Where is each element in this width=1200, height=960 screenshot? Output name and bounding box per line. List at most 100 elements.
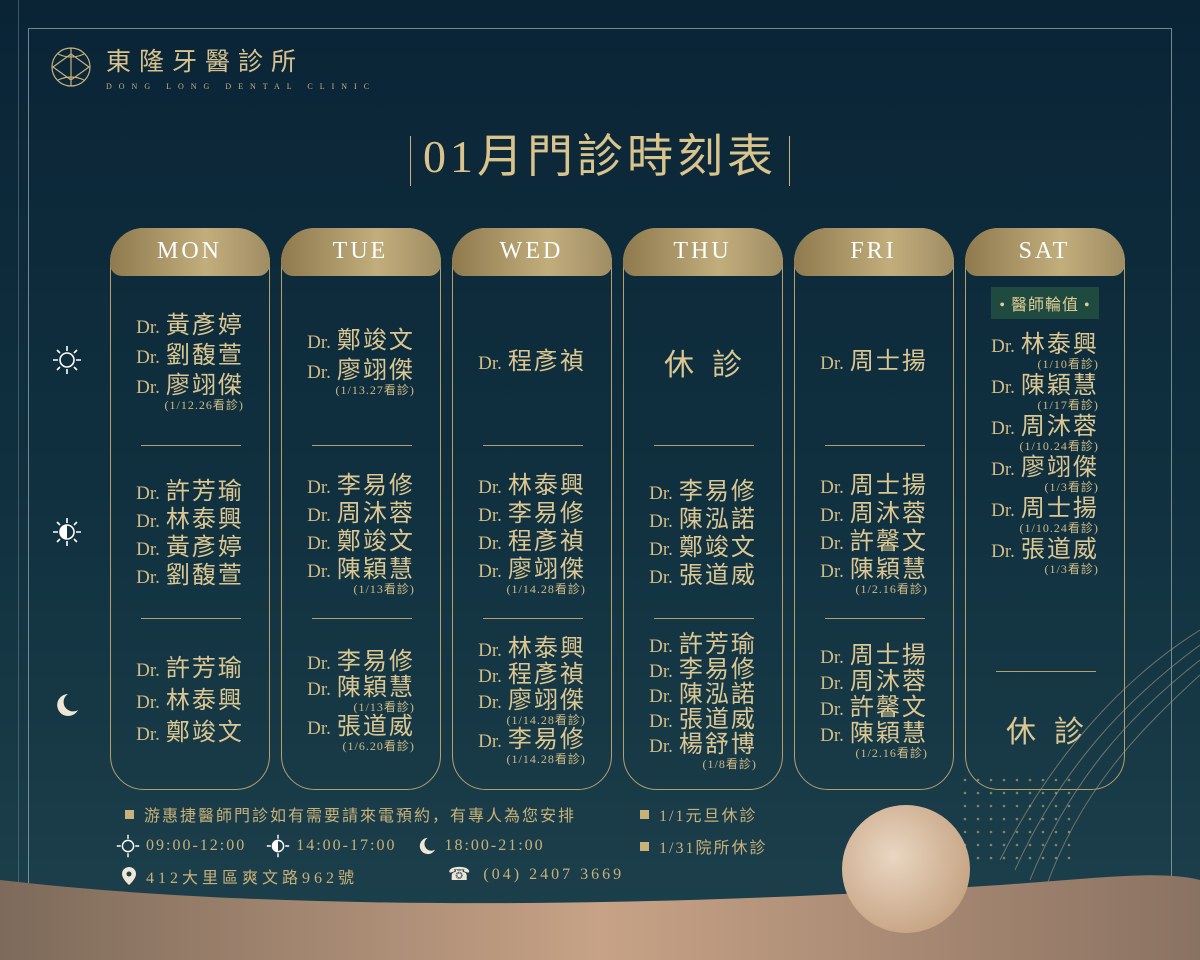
doctor-entry: Dr. 周士揚 <box>820 474 928 498</box>
doctor-entry: Dr. 程彥禎 <box>478 350 586 374</box>
doctor-entry: Dr. 許馨文 <box>820 696 928 720</box>
doctor-name: 周士揚 <box>849 349 928 375</box>
doctor-prefix: Dr. <box>649 567 673 588</box>
wood-circle-decoration <box>842 805 970 933</box>
logo-emblem-icon <box>51 46 91 87</box>
doctor-entry: Dr. 陳穎慧 (1/13看診) <box>307 676 415 713</box>
day-header: FRI <box>793 227 954 276</box>
visit-note: (1/14.28看診) <box>506 581 586 596</box>
day-column-wed: WED Dr. 程彥禎 Dr. 林泰興 Dr. 李易修 Dr. 程彥禎 Dr. 廖翊傑 (1/14.2… <box>451 227 612 790</box>
visit-note: (1/10看診) <box>1037 357 1099 371</box>
doctor-name: 陳穎慧 <box>336 675 415 701</box>
doctor-prefix: Dr. <box>307 653 331 674</box>
doctor-name: 廖翊傑 <box>336 357 415 384</box>
doctor-name: 許芳瑜 <box>165 656 244 682</box>
schedule-slot: Dr. 林泰興 Dr. 李易修 Dr. 程彥禎 Dr. 廖翊傑 (1/14.28看診) <box>453 451 611 617</box>
doctor-entry: Dr. 許馨文 <box>820 530 928 554</box>
doctor-name: 陳泓諾 <box>678 507 757 533</box>
decor-dot <box>1054 843 1058 847</box>
doctor-name: 李易修 <box>507 727 586 753</box>
doctor-prefix: Dr. <box>649 660 673 682</box>
day-column-tue: TUE Dr. 鄭竣文 Dr. 廖翊傑 (1/13.27看診) Dr. 李易修 Dr. 周沐蓉 Dr… <box>280 227 441 790</box>
decor-dot <box>989 856 993 860</box>
doctor-prefix: Dr. <box>307 504 331 526</box>
doctor-entry: Dr. 張道威 (1/6.20看診) <box>307 715 415 752</box>
holiday-text: 1/1元旦休診 <box>659 808 758 825</box>
day-column-thu: THU 休診 Dr. 李易修 Dr. 陳泓諾 Dr. 鄭竣文 Dr. 張道威 Dr. 許芳瑜 Dr. 李易… <box>622 227 783 790</box>
doctor-prefix: Dr. <box>136 376 160 398</box>
doctor-name: 黃彥婷 <box>165 312 244 339</box>
doctor-entry: Dr. 鄭竣文 <box>136 721 244 745</box>
holiday-1: 1/1元旦休診 <box>640 802 757 826</box>
doctor-prefix: Dr. <box>820 672 844 694</box>
doctor-entry: Dr. 鄭竣文 <box>307 530 415 554</box>
divider <box>654 618 754 619</box>
doctor-entry: Dr. 陳穎慧 (1/2.16看診) <box>820 558 928 595</box>
doctor-name: 周沐蓉 <box>849 668 928 695</box>
decor-dot <box>1028 830 1032 834</box>
doctor-entry: Dr. 廖翊傑 (1/14.28看診) <box>478 558 586 595</box>
afternoon-hours: 14:00-17:00 <box>296 837 397 854</box>
doctor-prefix: Dr. <box>136 539 160 560</box>
doctor-name: 林泰興 <box>507 472 586 499</box>
doctor-entry: Dr. 陳泓諾 <box>649 683 757 707</box>
decor-dot <box>989 791 993 795</box>
doctor-entry: Dr. 鄭竣文 <box>649 536 757 560</box>
doctor-name: 許馨文 <box>849 694 928 721</box>
doctor-entry: Dr. 李易修 <box>478 502 586 526</box>
holiday-2: 1/31院所休診 <box>640 834 767 858</box>
phone-text[interactable]: (04) 2407 3669 <box>483 866 624 884</box>
doctor-name: 程彥禎 <box>507 662 586 688</box>
divider <box>483 618 583 619</box>
doctor-entry: Dr. 劉馥萱 <box>136 564 244 588</box>
duty-rotation-badge: • 醫師輪值 • <box>991 287 1099 319</box>
visit-note: (1/2.16看診) <box>855 581 928 596</box>
doctor-name: 張道威 <box>678 563 757 589</box>
doctor-entry: Dr. 周沐蓉 (1/10.24看診) <box>991 415 1099 452</box>
divider <box>141 618 241 619</box>
visit-note: (1/13看診) <box>353 700 415 714</box>
doctor-entry: Dr. 陳穎慧 (1/13看診) <box>307 558 415 595</box>
doctor-entry: Dr. 黃彥婷 <box>136 314 244 338</box>
decor-dot <box>976 804 980 808</box>
visit-note: (1/13.27看診) <box>335 382 415 397</box>
doctor-entry: Dr. 許芳瑜 <box>649 633 757 657</box>
doctor-name: 鄭竣文 <box>336 528 415 555</box>
doctor-entry: Dr. 廖翊傑 (1/3看診) <box>991 456 1099 493</box>
schedule-slot: Dr. 許芳瑜 Dr. 林泰興 Dr. 鄭竣文 <box>111 621 269 781</box>
decor-dot <box>976 843 980 847</box>
decor-dot <box>1028 856 1032 860</box>
divider <box>312 618 412 619</box>
doctor-prefix: Dr. <box>307 560 331 582</box>
day-column-fri: FRI Dr. 周士揚 Dr. 周士揚 Dr. 周沐蓉 Dr. 許馨文 Dr. 陳穎慧 (1/2.16… <box>793 227 954 790</box>
schedule-slot: Dr. 周士揚 Dr. 周沐蓉 Dr. 許馨文 Dr. 陳穎慧 (1/2.16看診) <box>795 451 953 617</box>
doctor-entry: Dr. 林泰興 <box>136 508 244 532</box>
decor-dot <box>1028 817 1032 821</box>
divider <box>483 445 583 446</box>
decor-dot <box>963 778 967 782</box>
doctor-entry: Dr. 李易修 <box>307 650 415 674</box>
doctor-name: 陳穎慧 <box>849 556 928 583</box>
decor-dot <box>1015 791 1019 795</box>
doctor-prefix: Dr. <box>478 640 502 661</box>
doctor-prefix: Dr. <box>307 718 331 739</box>
decor-dot <box>989 817 993 821</box>
decor-dot <box>989 804 993 808</box>
decor-dot <box>1067 856 1071 860</box>
doctor-entry: Dr. 林泰興 <box>478 474 586 498</box>
doctor-name: 劉馥萱 <box>165 563 244 589</box>
decor-dot <box>1041 856 1045 860</box>
doctor-name: 廖翊傑 <box>507 556 586 583</box>
decor-dot <box>976 791 980 795</box>
decor-dot <box>1002 843 1006 847</box>
doctor-entry: Dr. 林泰興 (1/10看診) <box>991 333 1099 370</box>
schedule-slot: Dr. 黃彥婷 Dr. 劉馥萱 Dr. 廖翊傑 (1/12.26看診) <box>111 287 269 437</box>
closed-label: 休診 <box>664 349 760 382</box>
address-row: 412大里區爽文路962號 <box>122 864 358 888</box>
doctor-entry: Dr. 陳穎慧 (1/2.16看診) <box>820 722 928 759</box>
decor-dot <box>1067 817 1071 821</box>
visit-note: (1/10.24看診) <box>1019 521 1099 535</box>
doctor-prefix: Dr. <box>649 685 673 707</box>
day-header: WED <box>451 227 612 276</box>
doctor-name: 張道威 <box>678 706 757 733</box>
